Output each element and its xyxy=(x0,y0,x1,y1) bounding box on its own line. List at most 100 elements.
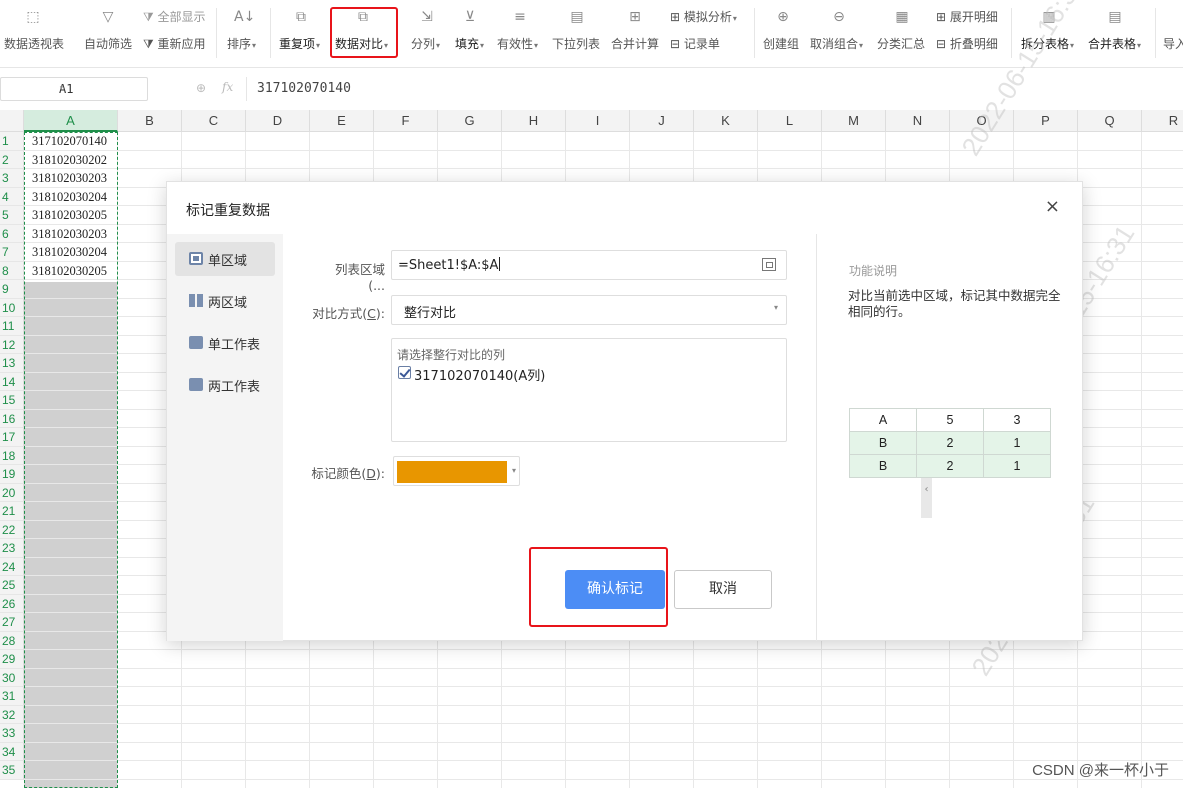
column-a-option[interactable]: 317102070140(A列) xyxy=(414,365,545,384)
group-icon: ⊕ xyxy=(777,9,789,25)
row-header[interactable]: 4 xyxy=(0,187,24,206)
name-box[interactable]: A1 ▾ xyxy=(0,77,148,101)
row-header[interactable]: 14 xyxy=(0,372,24,391)
row-header[interactable]: 35 xyxy=(0,761,24,780)
range-select-icon[interactable] xyxy=(762,258,776,271)
row-header[interactable]: 28 xyxy=(0,631,24,650)
column-header-a[interactable]: A xyxy=(24,110,118,132)
mark-color-picker[interactable]: ▾ xyxy=(393,456,520,486)
row-header[interactable]: 30 xyxy=(0,668,24,687)
toolbar-what-if[interactable]: ⊞ 模拟分析▾ xyxy=(670,8,737,25)
toolbar-record-form[interactable]: ⊟ 记录单 xyxy=(670,35,720,52)
column-header-l[interactable]: L xyxy=(758,110,822,132)
column-header-r[interactable]: R xyxy=(1142,110,1183,132)
column-header-b[interactable]: B xyxy=(118,110,182,132)
row-header[interactable]: 21 xyxy=(0,502,24,521)
toolbar-merge-table[interactable]: 合并表格▾ xyxy=(1088,35,1141,52)
toolbar-dropdown-list[interactable]: 下拉列表 xyxy=(552,35,600,52)
row-header[interactable]: 11 xyxy=(0,317,24,336)
pivot-table-icon: ⬚ xyxy=(26,9,40,25)
toolbar-subtotal[interactable]: 分类汇总 xyxy=(877,35,925,52)
toolbar-consolidate[interactable]: 合并计算 xyxy=(611,35,659,52)
toolbar-import[interactable]: 导入 xyxy=(1163,35,1183,52)
column-header-c[interactable]: C xyxy=(182,110,246,132)
row-header[interactable]: 12 xyxy=(0,335,24,354)
duplicates-icon: ⧉ xyxy=(296,9,306,25)
row-header[interactable]: 19 xyxy=(0,465,24,484)
row-header[interactable]: 23 xyxy=(0,539,24,558)
grid-line xyxy=(24,686,1183,687)
toolbar-group[interactable]: 创建组 xyxy=(763,35,799,52)
row-header[interactable]: 2 xyxy=(0,150,24,169)
row-header[interactable]: 27 xyxy=(0,613,24,632)
column-header-q[interactable]: Q xyxy=(1078,110,1142,132)
toolbar-divider xyxy=(1011,8,1012,58)
toolbar-pivot-table[interactable]: 数据透视表 xyxy=(4,35,64,52)
row-header[interactable]: 9 xyxy=(0,280,24,299)
row-header[interactable]: 10 xyxy=(0,298,24,317)
row-header[interactable]: 26 xyxy=(0,594,24,613)
toolbar-divider xyxy=(270,8,271,58)
column-header-m[interactable]: M xyxy=(822,110,886,132)
fx-icon[interactable]: fx xyxy=(222,80,233,94)
row-header[interactable]: 15 xyxy=(0,391,24,410)
toolbar-ungroup[interactable]: 取消组合▾ xyxy=(810,35,863,52)
consolidate-icon: ⊞ xyxy=(629,9,641,25)
column-header-g[interactable]: G xyxy=(438,110,502,132)
nav-two-ranges[interactable]: 两区域 xyxy=(175,284,275,318)
column-header-n[interactable]: N xyxy=(886,110,950,132)
row-header[interactable]: 33 xyxy=(0,724,24,743)
row-header[interactable]: 17 xyxy=(0,428,24,447)
nav-single-sheet[interactable]: 单工作表 xyxy=(175,326,275,360)
row-header[interactable]: 32 xyxy=(0,705,24,724)
example-cell: 1 xyxy=(983,454,1051,478)
toolbar-reapply[interactable]: ⧩ 重新应用 xyxy=(143,35,206,52)
split-columns-icon: ⇲ xyxy=(421,9,433,25)
column-header-d[interactable]: D xyxy=(246,110,310,132)
toolbar-duplicates[interactable]: 重复项▾ xyxy=(279,35,320,52)
column-header-e[interactable]: E xyxy=(310,110,374,132)
column-header-i[interactable]: I xyxy=(566,110,630,132)
dialog-nav: 单区域 两区域 单工作表 两工作表 xyxy=(167,234,283,641)
row-header[interactable]: 24 xyxy=(0,557,24,576)
row-header[interactable]: 8 xyxy=(0,261,24,280)
compare-mode-select[interactable]: 整行对比 ▾ xyxy=(391,295,787,325)
row-header[interactable]: 13 xyxy=(0,354,24,373)
row-header[interactable]: 18 xyxy=(0,446,24,465)
column-header-f[interactable]: F xyxy=(374,110,438,132)
cancel-button[interactable]: 取消 xyxy=(674,570,772,609)
toolbar-collapse-detail[interactable]: ⊟ 折叠明细 xyxy=(936,35,998,52)
fill-icon: ⊻ xyxy=(464,9,476,25)
row-header[interactable]: 16 xyxy=(0,409,24,428)
close-icon[interactable]: × xyxy=(1045,196,1060,217)
toolbar-validation[interactable]: 有效性▾ xyxy=(497,35,538,52)
row-header[interactable]: 5 xyxy=(0,206,24,225)
formula-input[interactable]: 317102070140 xyxy=(246,77,1183,101)
row-header[interactable]: 6 xyxy=(0,224,24,243)
toolbar-show-all[interactable]: ⧩ 全部显示 xyxy=(143,8,206,25)
row-header[interactable]: 22 xyxy=(0,520,24,539)
row-header[interactable]: 34 xyxy=(0,742,24,761)
toolbar-expand-detail[interactable]: ⊞ 展开明细 xyxy=(936,8,998,25)
toolbar-fill[interactable]: 填充▾ xyxy=(455,35,484,52)
range-input[interactable]: =Sheet1!$A:$A xyxy=(391,250,787,280)
row-header[interactable]: 25 xyxy=(0,576,24,595)
select-all-corner[interactable] xyxy=(0,110,24,132)
column-header-h[interactable]: H xyxy=(502,110,566,132)
column-header-p[interactable]: P xyxy=(1014,110,1078,132)
row-header[interactable]: 3 xyxy=(0,169,24,188)
nav-two-sheets[interactable]: 两工作表 xyxy=(175,368,275,402)
row-header[interactable]: 29 xyxy=(0,650,24,669)
column-a-checkbox[interactable] xyxy=(398,366,411,379)
nav-single-range[interactable]: 单区域 xyxy=(175,242,275,276)
toolbar-sort[interactable]: 排序▾ xyxy=(227,35,256,52)
row-header[interactable]: 20 xyxy=(0,483,24,502)
zoom-icon[interactable]: ⊕ xyxy=(196,81,206,95)
toolbar-split-columns[interactable]: 分列▾ xyxy=(411,35,440,52)
column-header-j[interactable]: J xyxy=(630,110,694,132)
row-header[interactable]: 7 xyxy=(0,243,24,262)
column-header-k[interactable]: K xyxy=(694,110,758,132)
row-header[interactable]: 31 xyxy=(0,687,24,706)
toolbar-auto-filter[interactable]: 自动筛选 xyxy=(84,35,132,52)
row-header[interactable]: 1 xyxy=(0,132,24,151)
